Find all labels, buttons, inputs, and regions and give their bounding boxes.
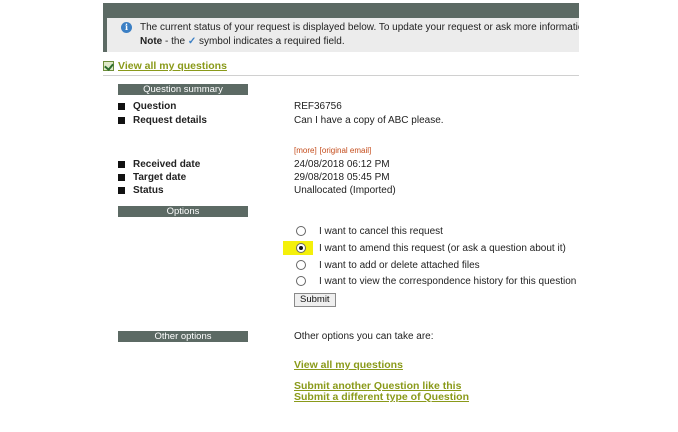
view-all-questions-link[interactable]: View all my questions [294,359,403,371]
bullet-icon [118,187,125,194]
questions-list-icon [103,61,114,71]
question-value: REF36756 [294,101,342,112]
note-text-after: symbol indicates a required field. [196,36,345,47]
option-label-files: I want to add or delete attached files [319,260,480,271]
view-all-questions-top[interactable]: View all my questions [103,60,227,72]
bullet-icon [118,103,125,110]
note-label: Note [140,36,163,47]
question-label: Question [133,101,177,112]
received-date-label: Received date [133,159,201,170]
info-status-text: The current status of your request is di… [140,22,579,33]
target-date-value: 29/08/2018 05:45 PM [294,172,390,183]
info-banner: i The current status of your request is … [103,18,579,52]
other-options-header: Other options [118,331,248,342]
option-radio-amend[interactable] [296,243,306,253]
options-header: Options [118,206,248,217]
info-note-text: Note - the ✓ symbol indicates a required… [140,36,345,47]
submit-button[interactable]: Submit [294,293,336,307]
bullet-icon [118,174,125,181]
option-radio-cancel[interactable] [296,226,306,236]
view-all-questions-link-top[interactable]: View all my questions [118,60,227,72]
note-text-before: - the [162,36,188,47]
other-options-intro: Other options you can take are: [294,331,434,342]
option-label-cancel: I want to cancel this request [319,226,443,237]
option-radio-history[interactable] [296,276,306,286]
request-details-value: Can I have a copy of ABC please. [294,115,444,126]
option-radio-files[interactable] [296,260,306,270]
received-date-value: 24/08/2018 06:12 PM [294,159,390,170]
top-header-bar [103,3,579,18]
question-summary-header: Question summary [118,84,248,95]
original-email-link[interactable]: [original email] [320,146,372,155]
bullet-icon [118,161,125,168]
option-label-history: I want to view the correspondence histor… [319,276,577,287]
info-icon: i [121,22,132,33]
status-value: Unallocated (Imported) [294,185,396,196]
details-links: [more] [original email] [294,146,374,155]
status-label: Status [133,185,164,196]
target-date-label: Target date [133,172,187,183]
more-link[interactable]: [more] [294,146,317,155]
submit-different-question-link[interactable]: Submit a different type of Question [294,391,469,403]
divider [103,75,579,76]
bullet-icon [118,117,125,124]
request-details-label: Request details [133,115,207,126]
option-label-amend: I want to amend this request (or ask a q… [319,243,566,254]
required-check-icon: ✓ [187,36,197,47]
